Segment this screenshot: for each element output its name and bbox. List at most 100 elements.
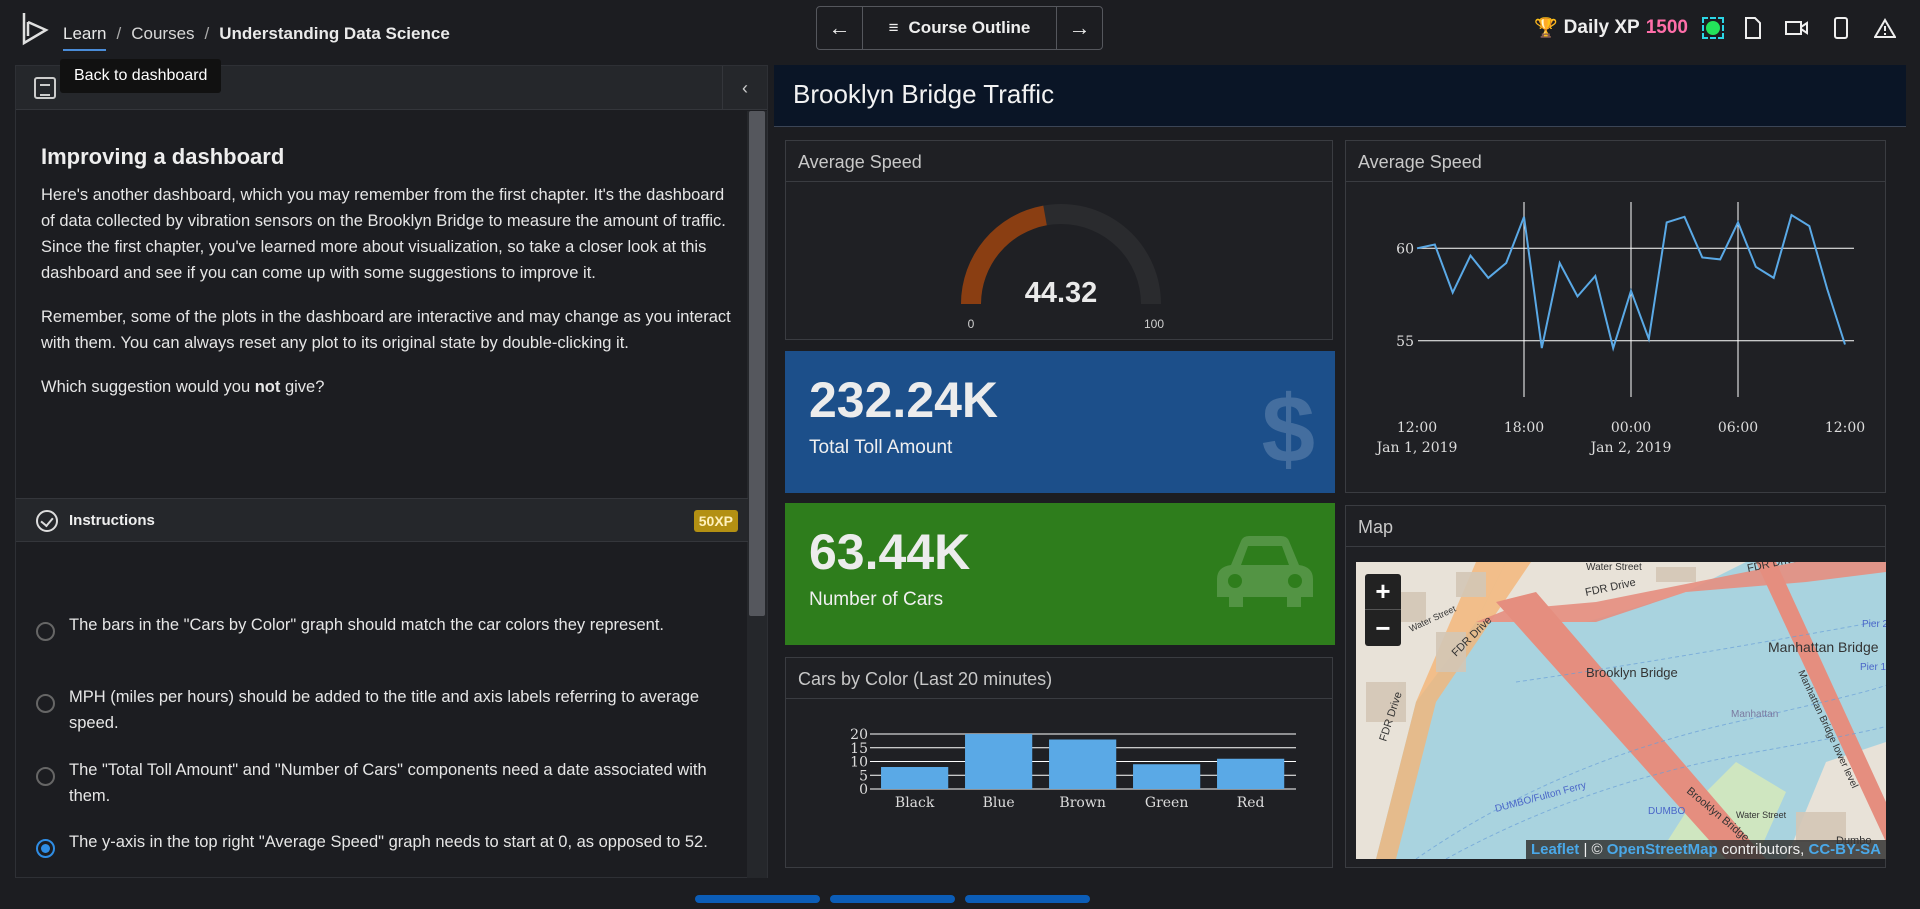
- cars-by-color-chart[interactable]: 05101520 Black Blue Brown Green Red: [786, 699, 1334, 867]
- radio-button[interactable]: [36, 767, 55, 786]
- scrollbar-thumb[interactable]: [749, 111, 765, 616]
- traffic-map[interactable]: Water Street FDR Drive FDR Drive Water S…: [1356, 562, 1886, 859]
- instructions-header: Instructions 50XP: [16, 498, 748, 542]
- breadcrumb: Learn / Courses / Understanding Data Sci…: [63, 17, 450, 51]
- bar-red: [1217, 758, 1285, 789]
- answer-option[interactable]: MPH (miles per hours) should be added to…: [36, 684, 726, 736]
- openstreetmap-link[interactable]: OpenStreetMap: [1607, 841, 1718, 858]
- average-speed-panel: Average Speed 55 60 12:00 Jan 1, 2019 18:00 0…: [1345, 140, 1886, 493]
- next-exercise-button[interactable]: →: [1057, 7, 1102, 49]
- zoom-in-button[interactable]: +: [1365, 574, 1401, 610]
- map-label: Pier 2: [1862, 619, 1886, 630]
- zoom-out-button[interactable]: −: [1365, 610, 1401, 646]
- page-indicator: [695, 895, 1090, 903]
- bar-blue: [965, 734, 1033, 789]
- cars-by-color-panel: Cars by Color (Last 20 minutes) 0 5 10 15 20…: [785, 657, 1333, 868]
- datacamp-logo-icon[interactable]: [20, 10, 50, 46]
- course-navigation: ← ≡ Course Outline →: [816, 6, 1103, 50]
- breadcrumb-courses[interactable]: Courses: [131, 24, 194, 44]
- daily-xp[interactable]: 🏆 Daily XP 1500: [1534, 16, 1688, 40]
- answer-option[interactable]: The bars in the "Cars by Color" graph sh…: [36, 612, 726, 641]
- x-tick-label: 06:00: [1718, 420, 1758, 436]
- bar-green: [1133, 764, 1201, 789]
- exercise-question: Which suggestion would you not give?: [41, 378, 325, 396]
- license-link[interactable]: CC-BY-SA: [1808, 841, 1881, 858]
- bar-brown: [1049, 739, 1117, 789]
- map-label: Manhattan Bridge: [1768, 639, 1879, 655]
- daily-xp-label: Daily XP: [1563, 17, 1640, 38]
- status-indicator-icon[interactable]: [1702, 17, 1724, 39]
- page-indicator-bar[interactable]: [830, 895, 955, 903]
- breadcrumb-separator: /: [204, 24, 210, 43]
- y-tick-label: 0: [859, 782, 868, 798]
- video-icon[interactable]: [1782, 14, 1812, 42]
- slides-icon[interactable]: [1738, 14, 1768, 42]
- menu-icon: ≡: [888, 18, 899, 37]
- dollar-icon: $: [1261, 376, 1315, 483]
- document-icon[interactable]: [34, 77, 56, 99]
- course-outline-button[interactable]: ≡ Course Outline: [862, 7, 1057, 49]
- radio-button[interactable]: [36, 622, 55, 641]
- x-tick-label: Blue: [983, 795, 1015, 811]
- dashboard-title-bar: Brooklyn Bridge Traffic: [774, 65, 1906, 127]
- radio-button[interactable]: [36, 694, 55, 713]
- x-tick-label: Red: [1237, 795, 1265, 811]
- map-label: Water Street: [1586, 562, 1642, 573]
- arrow-right-icon: →: [1068, 15, 1091, 40]
- collapse-panel-button[interactable]: ‹: [722, 66, 767, 110]
- check-circle-icon: [36, 510, 58, 532]
- header-tools: 🏆 Daily XP 1500: [1534, 14, 1900, 42]
- x-tick-label: 12:00: [1825, 420, 1865, 436]
- map-label: Manhattan: [1731, 709, 1778, 720]
- map-label: DUMBO/Fulton Ferry: [1494, 780, 1588, 815]
- map-label: DUMBO: [1648, 806, 1685, 817]
- y-tick-label: 55: [1396, 334, 1414, 350]
- previous-exercise-button[interactable]: ←: [817, 7, 862, 49]
- gauge-panel: Average Speed 44.32 0 100: [785, 140, 1333, 340]
- course-outline-label: Course Outline: [908, 18, 1031, 37]
- cars-by-color-title: Cars by Color (Last 20 minutes): [786, 658, 1332, 699]
- page-indicator-bar[interactable]: [965, 895, 1090, 903]
- gauge-max-label: 100: [1144, 317, 1164, 331]
- daily-xp-value: 1500: [1645, 17, 1688, 38]
- total-toll-card: 232.24K Total Toll Amount $: [785, 351, 1335, 493]
- mobile-icon[interactable]: [1826, 14, 1856, 42]
- x-tick-label: Black: [895, 795, 935, 811]
- arrow-left-icon: ←: [828, 15, 851, 40]
- chevron-left-icon: ‹: [742, 77, 748, 98]
- bar-black: [881, 767, 949, 789]
- average-speed-title: Average Speed: [1346, 141, 1885, 182]
- x-tick-date-label: Jan 2, 2019: [1589, 440, 1672, 456]
- exercise-paragraph: Here's another dashboard, which you may …: [41, 186, 726, 282]
- y-tick-label: 60: [1396, 241, 1414, 257]
- gauge-title: Average Speed: [786, 141, 1332, 182]
- back-to-dashboard-tooltip: Back to dashboard: [60, 59, 222, 93]
- y-tick-label: 20: [850, 727, 868, 743]
- answer-option[interactable]: The "Total Toll Amount" and "Number of C…: [36, 757, 726, 809]
- y-tick-label: 5: [859, 768, 868, 784]
- exercise-panel: Back to dashboard ‹ Improving a dashboar…: [15, 59, 768, 878]
- top-bar: Learn / Courses / Understanding Data Sci…: [0, 0, 1920, 56]
- map-attribution: Leaflet | © OpenStreetMap contributors, …: [1525, 840, 1886, 859]
- instructions-label: Instructions: [69, 512, 155, 529]
- x-tick-label: 18:00: [1504, 420, 1544, 436]
- x-tick-label: 00:00: [1611, 420, 1651, 436]
- answer-option[interactable]: The y-axis in the top right "Average Spe…: [36, 829, 726, 858]
- total-toll-value: 232.24K: [809, 372, 999, 428]
- map-zoom-control: + −: [1365, 574, 1401, 646]
- trophy-icon: 🏆: [1534, 18, 1558, 39]
- speed-gauge[interactable]: 44.32 0 100: [786, 182, 1334, 340]
- exercise-paragraph: Remember, some of the plots in the dashb…: [41, 308, 731, 352]
- page-indicator-bar[interactable]: [695, 895, 820, 903]
- leaflet-link[interactable]: Leaflet: [1531, 841, 1579, 858]
- exercise-panel-header: Back to dashboard ‹: [16, 59, 767, 110]
- exercise-content: Improving a dashboard Here's another das…: [41, 144, 731, 418]
- x-tick-date-label: Jan 1, 2019: [1375, 440, 1458, 456]
- breadcrumb-learn[interactable]: Learn: [63, 24, 107, 51]
- y-tick-label: 10: [850, 755, 868, 771]
- map-title: Map: [1346, 506, 1885, 547]
- map-tiles[interactable]: Water Street FDR Drive FDR Drive Water S…: [1356, 562, 1886, 859]
- average-speed-chart[interactable]: 55 60 12:00 Jan 1, 2019 18:00 00:00 Jan 2, 201…: [1346, 182, 1887, 493]
- radio-button-selected[interactable]: [36, 839, 55, 858]
- report-issue-icon[interactable]: [1870, 14, 1900, 42]
